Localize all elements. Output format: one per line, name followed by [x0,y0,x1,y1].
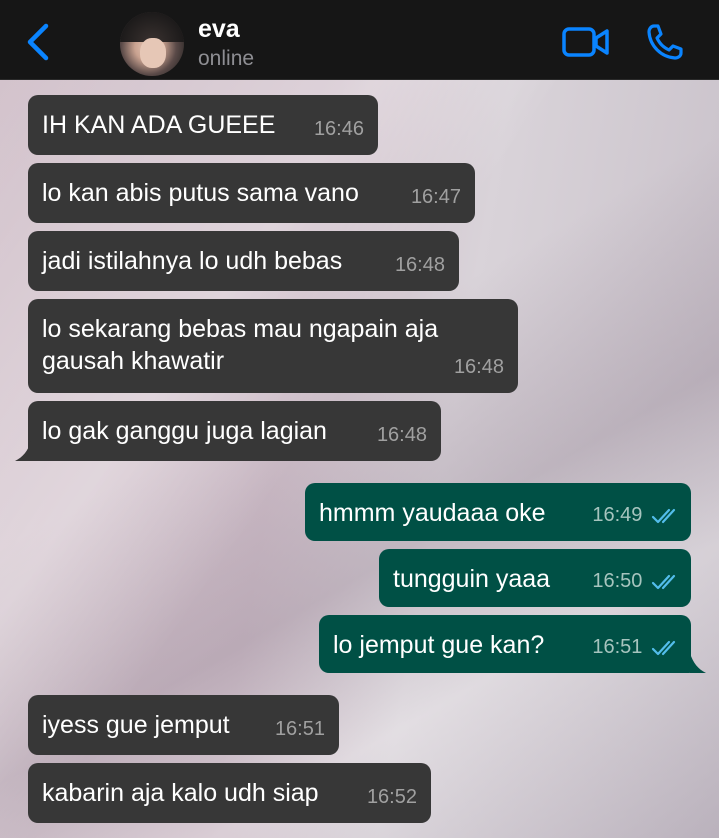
message-time: 16:46 [313,118,364,140]
contact-status: online [198,47,255,70]
message-bubble-outgoing[interactable]: hmmm yaudaaa oke 16:49 [305,483,691,541]
message-time: 16:49 [592,504,643,526]
double-check-icon [651,640,676,655]
message-bubble-incoming[interactable]: IH KAN ADA GUEEE 16:46 [28,95,378,155]
message-status: 16:50 [592,565,681,597]
voice-call-button[interactable] [645,22,685,62]
message-time: 16:50 [592,570,643,592]
message-time: 16:52 [366,786,417,808]
message-text: kabarin aja kalo udh siap [42,779,319,807]
message-text: lo jemput gue kan? [333,631,545,659]
message-time: 16:48 [453,356,504,378]
message-time: 16:51 [592,636,643,658]
message-bubble-incoming[interactable]: kabarin aja kalo udh siap 16:52 [28,763,431,823]
message-status: 16:51 [592,631,681,663]
chat-header: eva online [0,0,719,80]
message-text: IH KAN ADA GUEEE [42,111,276,139]
message-text: jadi istilahnya lo udh bebas [42,247,343,275]
message-bubble-outgoing[interactable]: tungguin yaaa 16:50 [379,549,691,607]
bubble-tail-incoming [15,441,31,461]
message-bubble-incoming[interactable]: lo sekarang bebas mau ngapain aja gausah… [28,299,518,393]
message-text: hmmm yaudaaa oke [319,499,546,527]
message-bubble-incoming[interactable]: jadi istilahnya lo udh bebas 16:48 [28,231,459,291]
back-button[interactable] [22,22,56,62]
message-bubble-incoming[interactable]: lo gak ganggu juga lagian 16:48 [28,401,441,461]
message-text: lo gak ganggu juga lagian [42,417,327,445]
message-text: iyess gue jemput [42,711,230,739]
double-check-icon [651,574,676,589]
video-camera-icon [562,27,609,57]
message-text: tungguin yaaa [393,565,551,593]
message-time: 16:51 [274,718,325,740]
contact-avatar[interactable] [120,12,184,76]
message-text: lo kan abis putus sama vano [42,179,359,207]
bubble-tail-outgoing [690,653,706,673]
message-time: 16:47 [410,186,461,208]
chevron-left-icon [27,23,49,61]
message-status: 16:49 [592,499,681,531]
avatar-hand-shape [140,38,166,68]
message-bubble-incoming[interactable]: iyess gue jemput 16:51 [28,695,339,755]
phone-icon [647,24,683,60]
message-bubble-outgoing[interactable]: lo jemput gue kan? 16:51 [319,615,691,673]
video-call-button[interactable] [562,27,610,57]
message-time: 16:48 [394,254,445,276]
message-bubble-incoming[interactable]: lo kan abis putus sama vano 16:47 [28,163,475,223]
message-time: 16:48 [376,424,427,446]
message-text: lo sekarang bebas mau ngapain aja gausah… [42,315,439,375]
double-check-icon [651,508,676,523]
contact-name[interactable]: eva [198,15,240,44]
